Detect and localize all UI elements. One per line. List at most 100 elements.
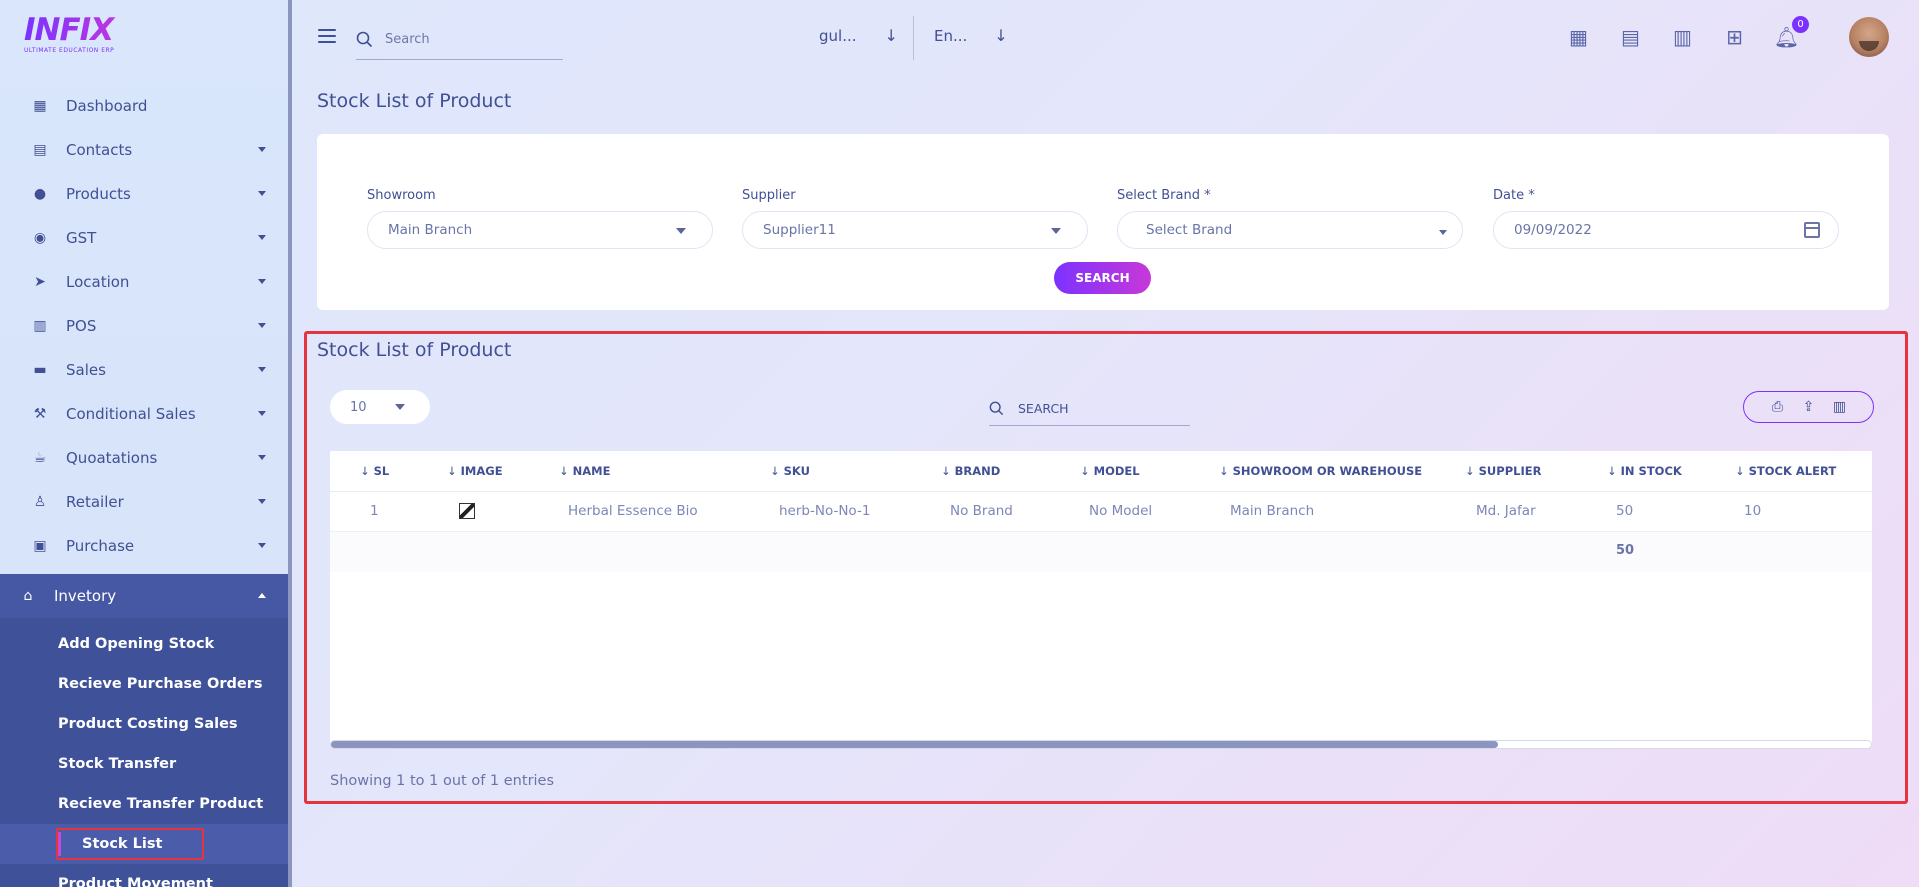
search-button[interactable]: SEARCH	[1054, 262, 1151, 294]
columns-icon[interactable]: ▥	[1830, 398, 1849, 417]
sort-arrow-icon: ↓	[770, 464, 780, 478]
caret-down-icon	[395, 404, 405, 410]
coffee-icon: ☕	[33, 450, 47, 466]
column-header-image[interactable]: ↓ IMAGE	[447, 464, 503, 478]
brand-select[interactable]: Select Brand	[1117, 211, 1463, 249]
sidebar-item-label: GST	[66, 229, 97, 247]
sidebar-item-label: Purchase	[66, 537, 135, 555]
column-header-sku[interactable]: ↓ SKU	[770, 464, 810, 478]
bank-icon: ⌂	[23, 588, 33, 604]
sidebar-item-purchase[interactable]: ▣ Purchase	[0, 524, 288, 568]
sidebar-item-retailer[interactable]: ♙ Retailer	[0, 480, 288, 524]
sidebar-item-conditional-sales[interactable]: ⚒ Conditional Sales	[0, 392, 288, 436]
column-header-name[interactable]: ↓ NAME	[559, 464, 610, 478]
sort-arrow-icon: ↓	[1465, 464, 1475, 478]
caret-down-icon	[258, 543, 266, 548]
submenu-item-product-movement[interactable]: Product Movement	[0, 864, 288, 887]
page-size-select[interactable]: 10	[330, 390, 430, 424]
caret-down-icon	[258, 411, 266, 416]
scrollbar-thumb[interactable]	[331, 741, 1498, 748]
supplier-select[interactable]: Supplier11	[742, 211, 1088, 249]
logo[interactable]: INFIX ULTIMATE EDUCATION ERP	[24, 14, 134, 60]
sort-arrow-icon: ↓	[1219, 464, 1229, 478]
column-header-stock-alert[interactable]: ↓ STOCK ALERT	[1735, 464, 1836, 478]
supplier-value: Supplier11	[763, 222, 836, 238]
cell-showroom: Main Branch	[1230, 503, 1315, 519]
table-search-input[interactable]	[1004, 401, 1164, 416]
caret-down-icon	[676, 228, 686, 234]
book-icon[interactable]: ▥	[1670, 24, 1695, 49]
avatar[interactable]	[1849, 17, 1889, 57]
sidebar-item-dashboard[interactable]: ▦ Dashboard	[0, 84, 288, 128]
cell-stock-alert: 10	[1744, 503, 1762, 519]
export-icon[interactable]: ⇪	[1799, 398, 1818, 417]
date-field: Date * 09/09/2022	[1493, 188, 1839, 249]
contacts-icon: ▤	[33, 142, 47, 158]
column-header-label: BRAND	[954, 464, 1001, 478]
search-input[interactable]	[373, 32, 553, 47]
sidebar-item-contacts[interactable]: ▤ Contacts	[0, 128, 288, 172]
sidebar-item-label: Contacts	[66, 141, 133, 159]
submenu-item-product-costing-sales[interactable]: Product Costing Sales	[0, 704, 288, 744]
sidebar-item-pos[interactable]: ▥ POS	[0, 304, 288, 348]
showroom-field: Showroom Main Branch	[367, 188, 713, 249]
sidebar-item-gst[interactable]: ◉ GST	[0, 216, 288, 260]
school-select[interactable]: gul... ↓	[819, 26, 898, 45]
caret-down-icon	[258, 499, 266, 504]
logo-text: INFIX	[24, 14, 134, 46]
sidebar-item-location[interactable]: ➤ Location	[0, 260, 288, 304]
date-input[interactable]: 09/09/2022	[1493, 211, 1839, 249]
submenu-item-recieve-purchase-orders[interactable]: Recieve Purchase Orders	[0, 664, 288, 704]
sidebar-item-label: Retailer	[66, 493, 124, 511]
calculator-icon[interactable]: ▦	[1566, 24, 1591, 49]
calendar-icon[interactable]	[1804, 222, 1820, 238]
cell-in-stock: 50	[1616, 503, 1634, 519]
sidebar-item-products[interactable]: ● Products	[0, 172, 288, 216]
caret-down-icon	[1439, 230, 1447, 235]
money-icon: ◉	[33, 230, 47, 246]
submenu-item-recieve-transfer-product[interactable]: Recieve Transfer Product	[0, 784, 288, 824]
hamburger-menu-icon[interactable]	[318, 29, 336, 43]
plus-square-icon[interactable]: ⊞	[1722, 24, 1747, 49]
column-header-label: NAME	[572, 464, 611, 478]
column-header-in-stock[interactable]: ↓ IN STOCK	[1607, 464, 1682, 478]
pos-icon: ▥	[33, 318, 47, 334]
section-title: Stock List of Product	[317, 339, 512, 361]
sidebar-item-sales[interactable]: ▬ Sales	[0, 348, 288, 392]
column-header-brand[interactable]: ↓ BRAND	[941, 464, 1000, 478]
submenu-item-stock-list[interactable]: Stock List	[0, 824, 288, 864]
column-header-label: IMAGE	[460, 464, 503, 478]
date-label: Date *	[1493, 188, 1535, 203]
showroom-label: Showroom	[367, 188, 436, 203]
shop-icon: ▣	[33, 538, 47, 554]
horizontal-scrollbar[interactable]	[330, 740, 1872, 749]
column-header-sl[interactable]: ↓ SL	[360, 464, 389, 478]
sidebar-item-quoatations[interactable]: ☕ Quoatations	[0, 436, 288, 480]
caret-down-icon	[258, 455, 266, 460]
location-arrow-icon: ➤	[34, 274, 46, 290]
submenu-item-add-opening-stock[interactable]: Add Opening Stock	[0, 624, 288, 664]
showroom-select[interactable]: Main Branch	[367, 211, 713, 249]
caret-down-icon	[258, 235, 266, 240]
cell-name: Herbal Essence Bio	[568, 503, 698, 519]
sidebar-nav: ▦ Dashboard ▤ Contacts ● Products ◉ GST …	[0, 84, 288, 887]
cash-register-icon[interactable]: ▤	[1618, 24, 1643, 49]
brand-label: Select Brand *	[1117, 188, 1211, 203]
column-header-model[interactable]: ↓ MODEL	[1080, 464, 1140, 478]
column-header-label: STOCK ALERT	[1748, 464, 1837, 478]
sidebar-item-invetory[interactable]: ⌂ Invetory	[0, 574, 288, 618]
print-icon[interactable]: ⎙	[1768, 398, 1787, 417]
sort-arrow-icon: ↓	[1080, 464, 1090, 478]
table-header: ↓ SL ↓ IMAGE ↓ NAME ↓ SKU ↓ BRAND ↓ MODEL ↓ SHO…	[330, 451, 1872, 492]
language-select[interactable]: En... ↓	[934, 26, 1008, 45]
column-header-supplier[interactable]: ↓ SUPPLIER	[1465, 464, 1541, 478]
date-value: 09/09/2022	[1514, 222, 1592, 238]
column-header-showroom[interactable]: ↓ SHOWROOM OR WAREHOUSE	[1219, 464, 1422, 478]
table-row[interactable]: 1 Herbal Essence Bio herb-No-No-1 No Bra…	[330, 492, 1872, 532]
bell-icon[interactable]: 🔔︎ 0	[1774, 16, 1809, 49]
submenu-item-stock-transfer[interactable]: Stock Transfer	[0, 744, 288, 784]
table-actions: ⎙ ⇪ ▥	[1743, 391, 1874, 423]
arrow-down-icon: ↓	[884, 26, 898, 45]
language-select-value: En...	[934, 26, 968, 45]
arrow-down-icon: ↓	[994, 26, 1008, 45]
